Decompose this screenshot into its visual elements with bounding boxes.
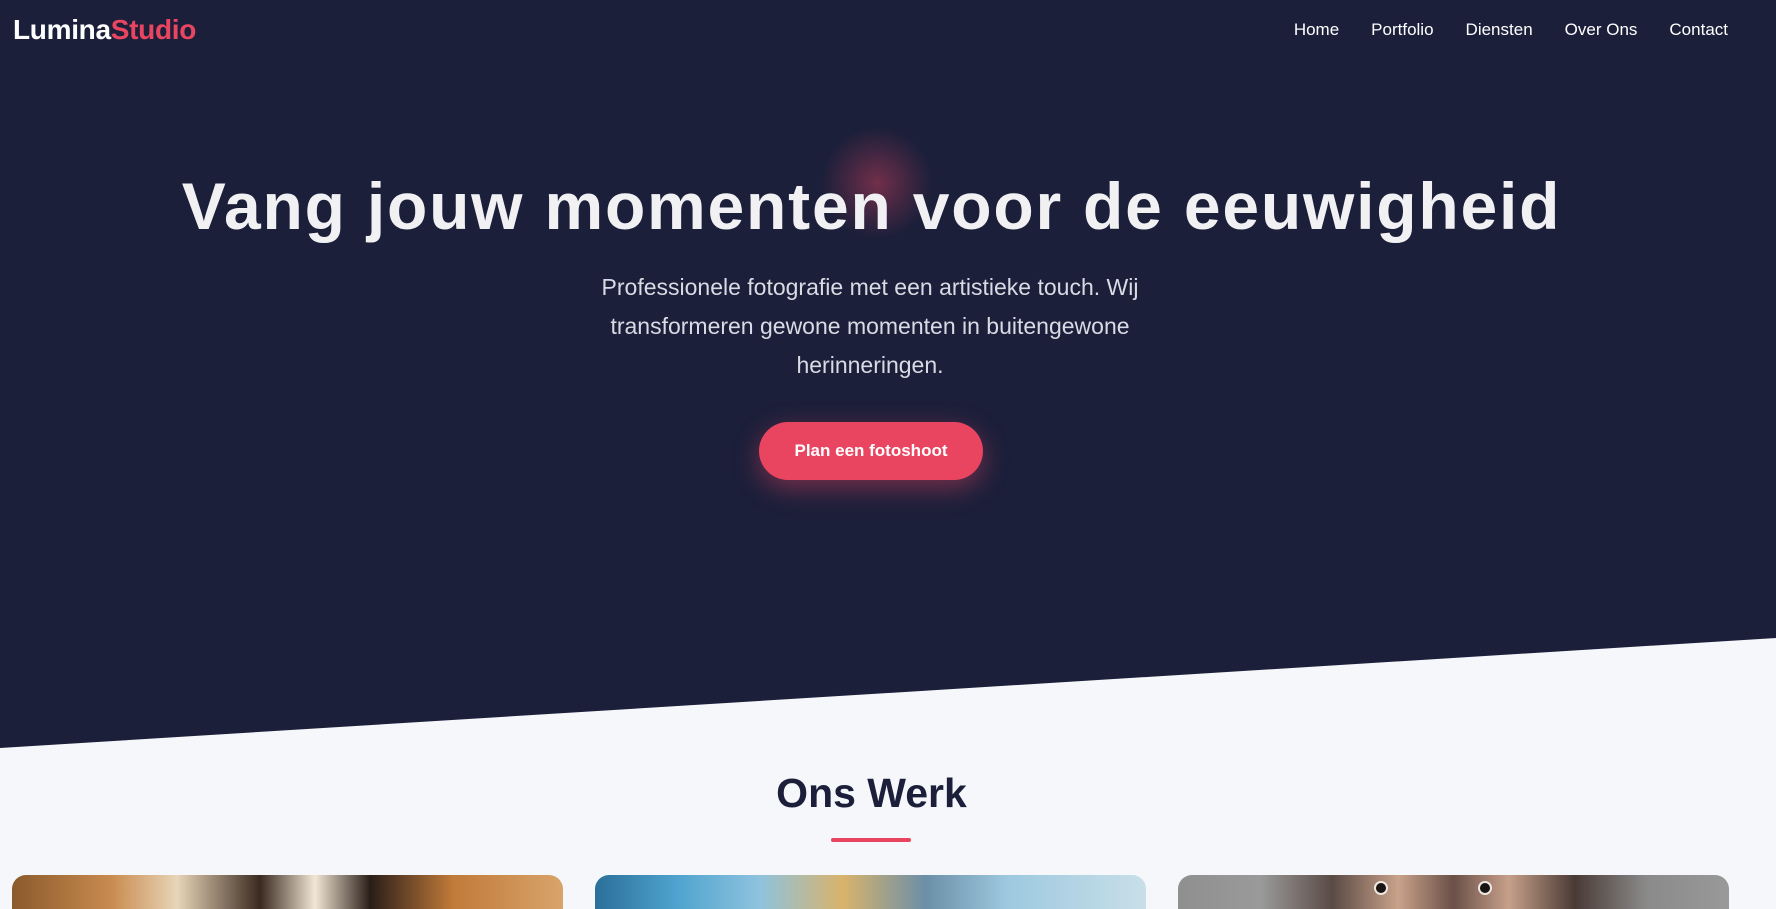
title-underline	[831, 838, 911, 842]
top-navigation: LuminaStudio Home Portfolio Diensten Ove…	[0, 0, 1776, 62]
logo-text-main: Lumina	[13, 14, 111, 45]
hero-title: Vang jouw momenten voor de eeuwigheid	[181, 169, 1562, 243]
nav-item-diensten[interactable]: Diensten	[1466, 20, 1533, 40]
logo-text-accent: Studio	[110, 14, 197, 45]
nav-item-over-ons[interactable]: Over Ons	[1565, 20, 1638, 40]
nav-item-home[interactable]: Home	[1294, 20, 1339, 40]
portfolio-card-1[interactable]	[12, 875, 563, 909]
section-title-work: Ons Werk	[776, 770, 967, 816]
portrait-eye-right	[1478, 881, 1492, 895]
portrait-eye-left	[1374, 881, 1388, 895]
nav-item-portfolio[interactable]: Portfolio	[1371, 20, 1433, 40]
hero-subtitle: Professionele fotografie met een artisti…	[601, 274, 1139, 378]
portfolio-card-3[interactable]	[1178, 875, 1729, 909]
nav-item-contact[interactable]: Contact	[1669, 20, 1728, 40]
hero-section: LuminaStudio Home Portfolio Diensten Ove…	[0, 0, 1776, 748]
plan-photoshoot-button[interactable]: Plan een fotoshoot	[759, 422, 983, 480]
portfolio-card-2[interactable]	[595, 875, 1146, 909]
nav-menu: Home Portfolio Diensten Over Ons Contact	[1294, 20, 1728, 40]
logo[interactable]: LuminaStudio	[13, 14, 196, 46]
